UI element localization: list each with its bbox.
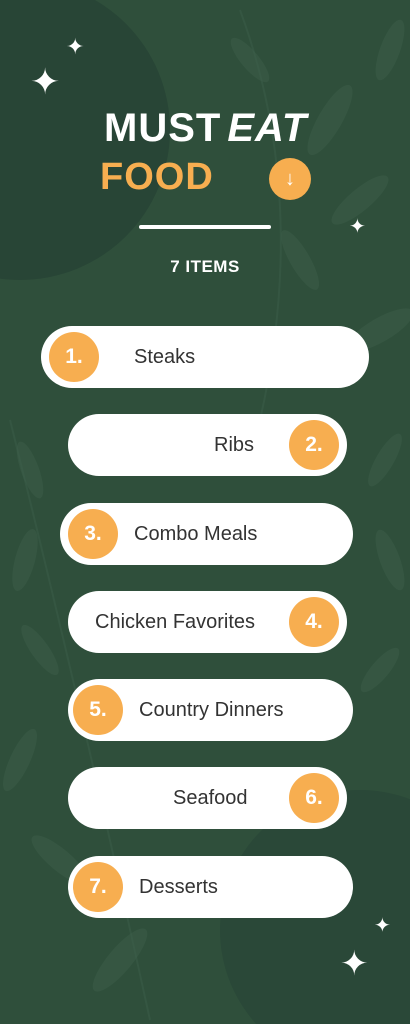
item-number-badge: 2. <box>289 420 339 470</box>
item-count: 7 ITEMS <box>170 257 240 276</box>
sparkle-icon: ✦ <box>374 915 391 937</box>
item-label: Combo Meals <box>134 523 258 545</box>
arrow-down-icon: ↓ <box>269 158 311 200</box>
sparkle-icon: ✦ <box>349 216 366 238</box>
item-label: Seafood <box>173 787 248 809</box>
list-item: Chicken Favorites 4. <box>68 591 347 653</box>
list-item: Seafood 6. <box>68 767 347 829</box>
item-number-badge: 4. <box>289 597 339 647</box>
title-word-food: FOOD <box>100 156 214 198</box>
divider <box>139 225 271 229</box>
title-word-must: MUST <box>104 106 222 150</box>
list-item: 5. Country Dinners <box>68 679 353 741</box>
list-item: Ribs 2. <box>68 414 347 476</box>
title-word-eat: EAT <box>227 106 308 150</box>
item-label: Desserts <box>139 876 218 898</box>
item-number-badge: 7. <box>73 862 123 912</box>
item-number-badge: 6. <box>289 773 339 823</box>
item-number-badge: 3. <box>68 509 118 559</box>
page-title: MUST EAT <box>104 106 307 151</box>
item-number-badge: 1. <box>49 332 99 382</box>
sparkle-icon: ✦ <box>30 61 61 102</box>
list-item: 3. Combo Meals <box>60 503 353 565</box>
item-label: Chicken Favorites <box>95 611 256 633</box>
list-item: 7. Desserts <box>68 856 353 918</box>
sparkle-icon: ✦ <box>66 34 85 59</box>
item-label: Steaks <box>134 346 196 368</box>
item-label: Ribs <box>214 434 255 456</box>
list-item: 1. Steaks <box>41 326 369 388</box>
sparkle-icon: ✦ <box>340 945 369 983</box>
item-label: Country Dinners <box>139 699 284 721</box>
item-number-badge: 5. <box>73 685 123 735</box>
